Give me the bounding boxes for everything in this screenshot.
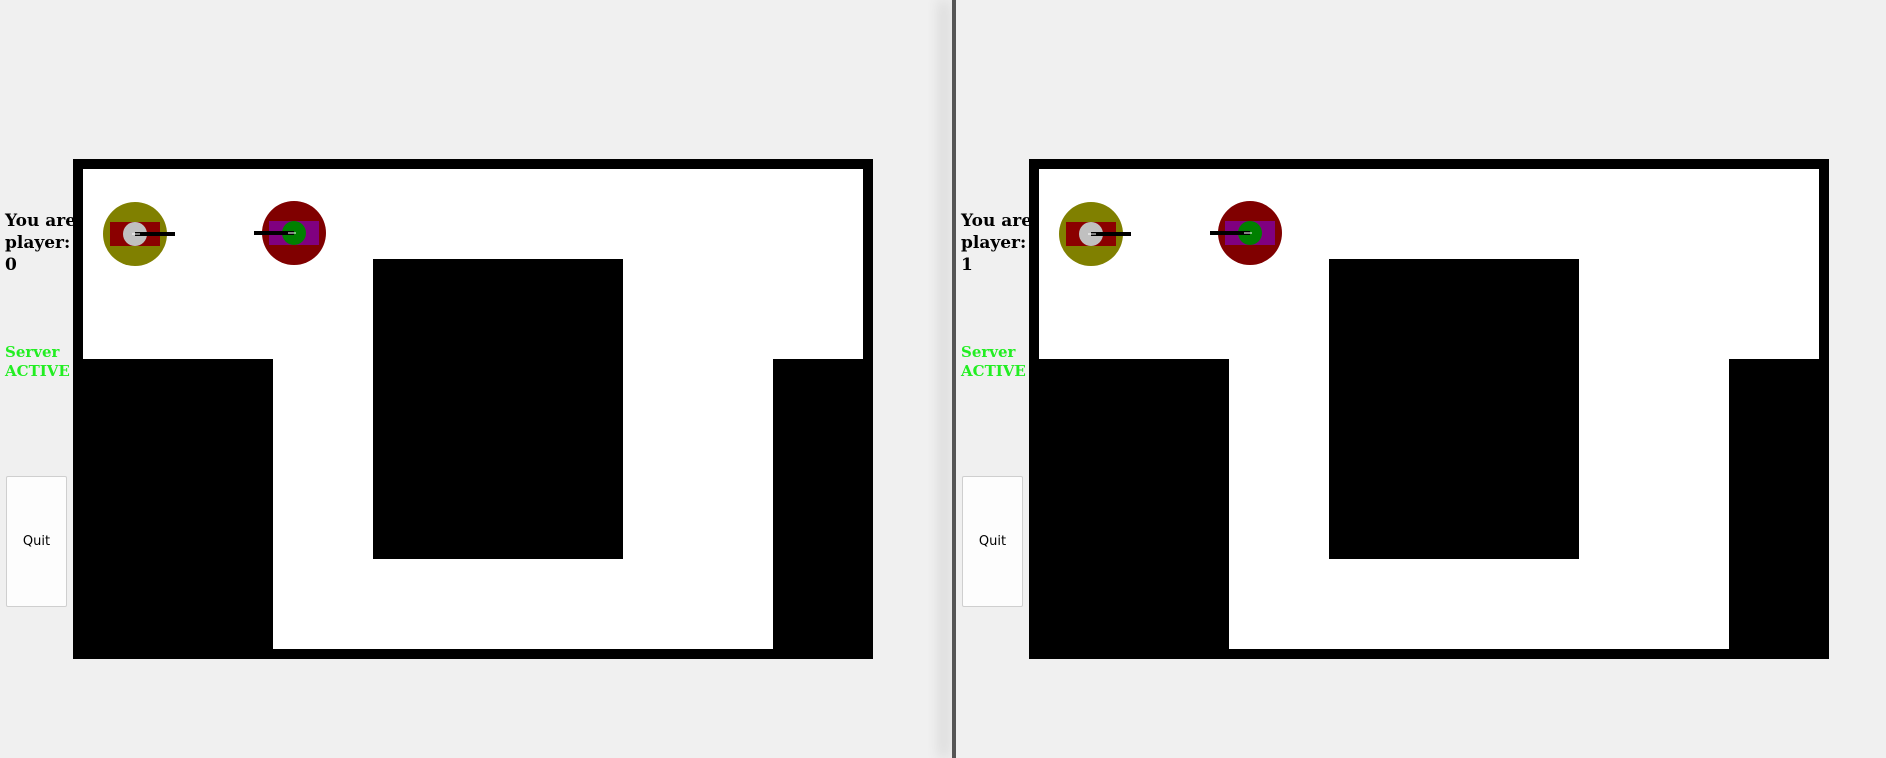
quit-button[interactable]: Quit bbox=[6, 476, 67, 607]
center-wall bbox=[1329, 259, 1579, 559]
game-board bbox=[73, 159, 873, 659]
game-window-player-1: You are player: 1 Server ACTIVE Quit bbox=[956, 0, 1886, 758]
quit-button[interactable]: Quit bbox=[962, 476, 1023, 607]
center-wall bbox=[373, 259, 623, 559]
game-window-player-0: You are player: 0 Server ACTIVE Quit bbox=[0, 0, 952, 758]
game-board bbox=[1029, 159, 1829, 659]
